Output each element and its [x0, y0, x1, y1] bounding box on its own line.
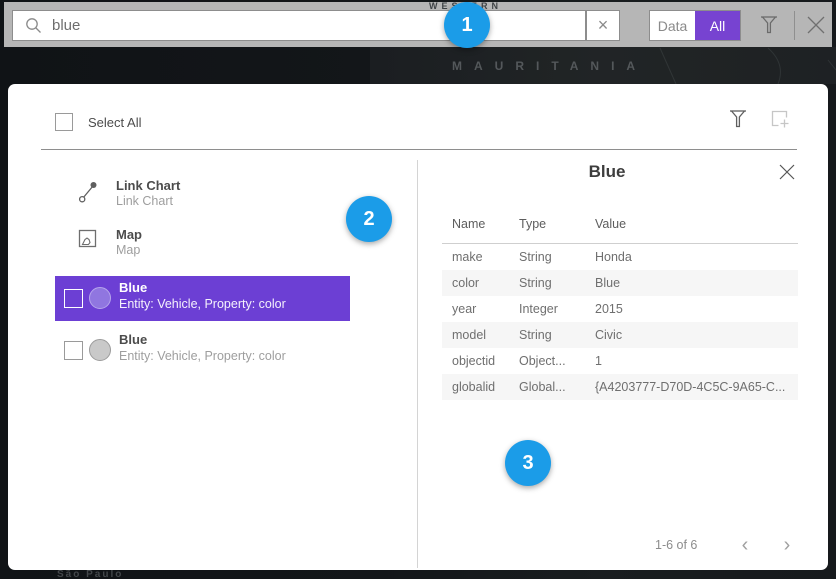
result-item-blue[interactable]: Blue Entity: Vehicle, Property: color: [55, 328, 350, 373]
search-icon: [25, 17, 42, 34]
result-title: Blue: [119, 332, 147, 347]
result-item-blue-selected[interactable]: Blue Entity: Vehicle, Property: color: [55, 276, 350, 321]
search-mode-toggle: Data All: [649, 10, 741, 41]
toolbar-divider: [794, 11, 795, 40]
result-title: Map: [116, 227, 142, 242]
close-search-icon[interactable]: [802, 13, 830, 39]
chevron-right-icon[interactable]: ›: [774, 532, 800, 558]
table-row: color String Blue: [442, 270, 798, 296]
attributes-table: Name Type Value make String Honda color …: [442, 217, 798, 400]
results-filter-icon[interactable]: [726, 107, 750, 133]
cell-name: objectid: [452, 354, 495, 368]
add-to-selection-icon[interactable]: [769, 109, 793, 133]
cell-value: Honda: [595, 250, 632, 264]
column-header-name: Name: [452, 217, 485, 231]
entity-circle-icon: [89, 287, 111, 309]
cell-type: String: [519, 328, 552, 342]
cell-type: Global...: [519, 380, 566, 394]
details-close-icon[interactable]: [776, 162, 798, 184]
select-all-label: Select All: [88, 115, 141, 130]
table-header: Name Type Value: [442, 217, 798, 239]
cell-value: Blue: [595, 276, 620, 290]
app-window: MAURITANIA WESTERN São Paulo × Data All: [0, 0, 836, 579]
results-panel: Select All: [8, 84, 828, 570]
table-row: year Integer 2015: [442, 296, 798, 322]
cell-name: make: [452, 250, 483, 264]
column-header-type: Type: [519, 217, 546, 231]
cell-name: year: [452, 302, 476, 316]
mode-all-button[interactable]: All: [695, 11, 740, 40]
details-title: Blue: [417, 162, 797, 182]
result-checkbox[interactable]: [64, 341, 83, 360]
cell-type: String: [519, 250, 552, 264]
cell-type: Object...: [519, 354, 566, 368]
map-label-bottom: São Paulo: [57, 569, 123, 579]
pagination-label: 1-6 of 6: [655, 538, 697, 552]
result-checkbox[interactable]: [64, 289, 83, 308]
map-icon: [78, 229, 98, 249]
result-title: Link Chart: [116, 178, 180, 193]
result-subtitle: Entity: Vehicle, Property: color: [119, 349, 286, 363]
cell-type: Integer: [519, 302, 558, 316]
result-item-map[interactable]: Map Map: [41, 227, 361, 263]
map-label-mauritania: MAURITANIA: [452, 59, 647, 73]
link-chart-icon: [78, 180, 100, 204]
panel-vertical-divider: [417, 160, 418, 568]
search-clear-button[interactable]: ×: [586, 10, 620, 41]
table-row: make String Honda: [442, 244, 798, 270]
cell-value: Civic: [595, 328, 622, 342]
result-subtitle: Entity: Vehicle, Property: color: [119, 297, 286, 311]
cell-value: {A4203777-D70D-4C5C-9A65-C...: [595, 380, 785, 394]
search-box: [12, 10, 586, 41]
cell-type: String: [519, 276, 552, 290]
column-header-value: Value: [595, 217, 626, 231]
table-row: objectid Object... 1: [442, 348, 798, 374]
result-subtitle: Map: [116, 243, 140, 257]
annotation-step-2: 2: [346, 196, 392, 242]
result-subtitle: Link Chart: [116, 194, 173, 208]
select-all-checkbox[interactable]: [55, 113, 73, 131]
entity-circle-icon: [89, 339, 111, 361]
cell-value: 1: [595, 354, 602, 368]
panel-header-divider: [41, 149, 797, 150]
cell-name: globalid: [452, 380, 495, 394]
pagination: 1-6 of 6 ‹ ›: [417, 532, 797, 560]
annotation-step-1: 1: [444, 2, 490, 48]
mode-data-button[interactable]: Data: [650, 11, 695, 40]
cell-name: model: [452, 328, 486, 342]
result-title: Blue: [119, 280, 147, 295]
result-item-link-chart[interactable]: Link Chart Link Chart: [41, 178, 361, 214]
chevron-left-icon[interactable]: ‹: [732, 532, 758, 558]
search-toolbar: × Data All: [4, 2, 832, 47]
cell-name: color: [452, 276, 479, 290]
annotation-step-3: 3: [505, 440, 551, 486]
table-row: model String Civic: [442, 322, 798, 348]
table-row: globalid Global... {A4203777-D70D-4C5C-9…: [442, 374, 798, 400]
search-input[interactable]: [52, 17, 585, 34]
cell-value: 2015: [595, 302, 623, 316]
filter-icon[interactable]: [755, 13, 783, 39]
